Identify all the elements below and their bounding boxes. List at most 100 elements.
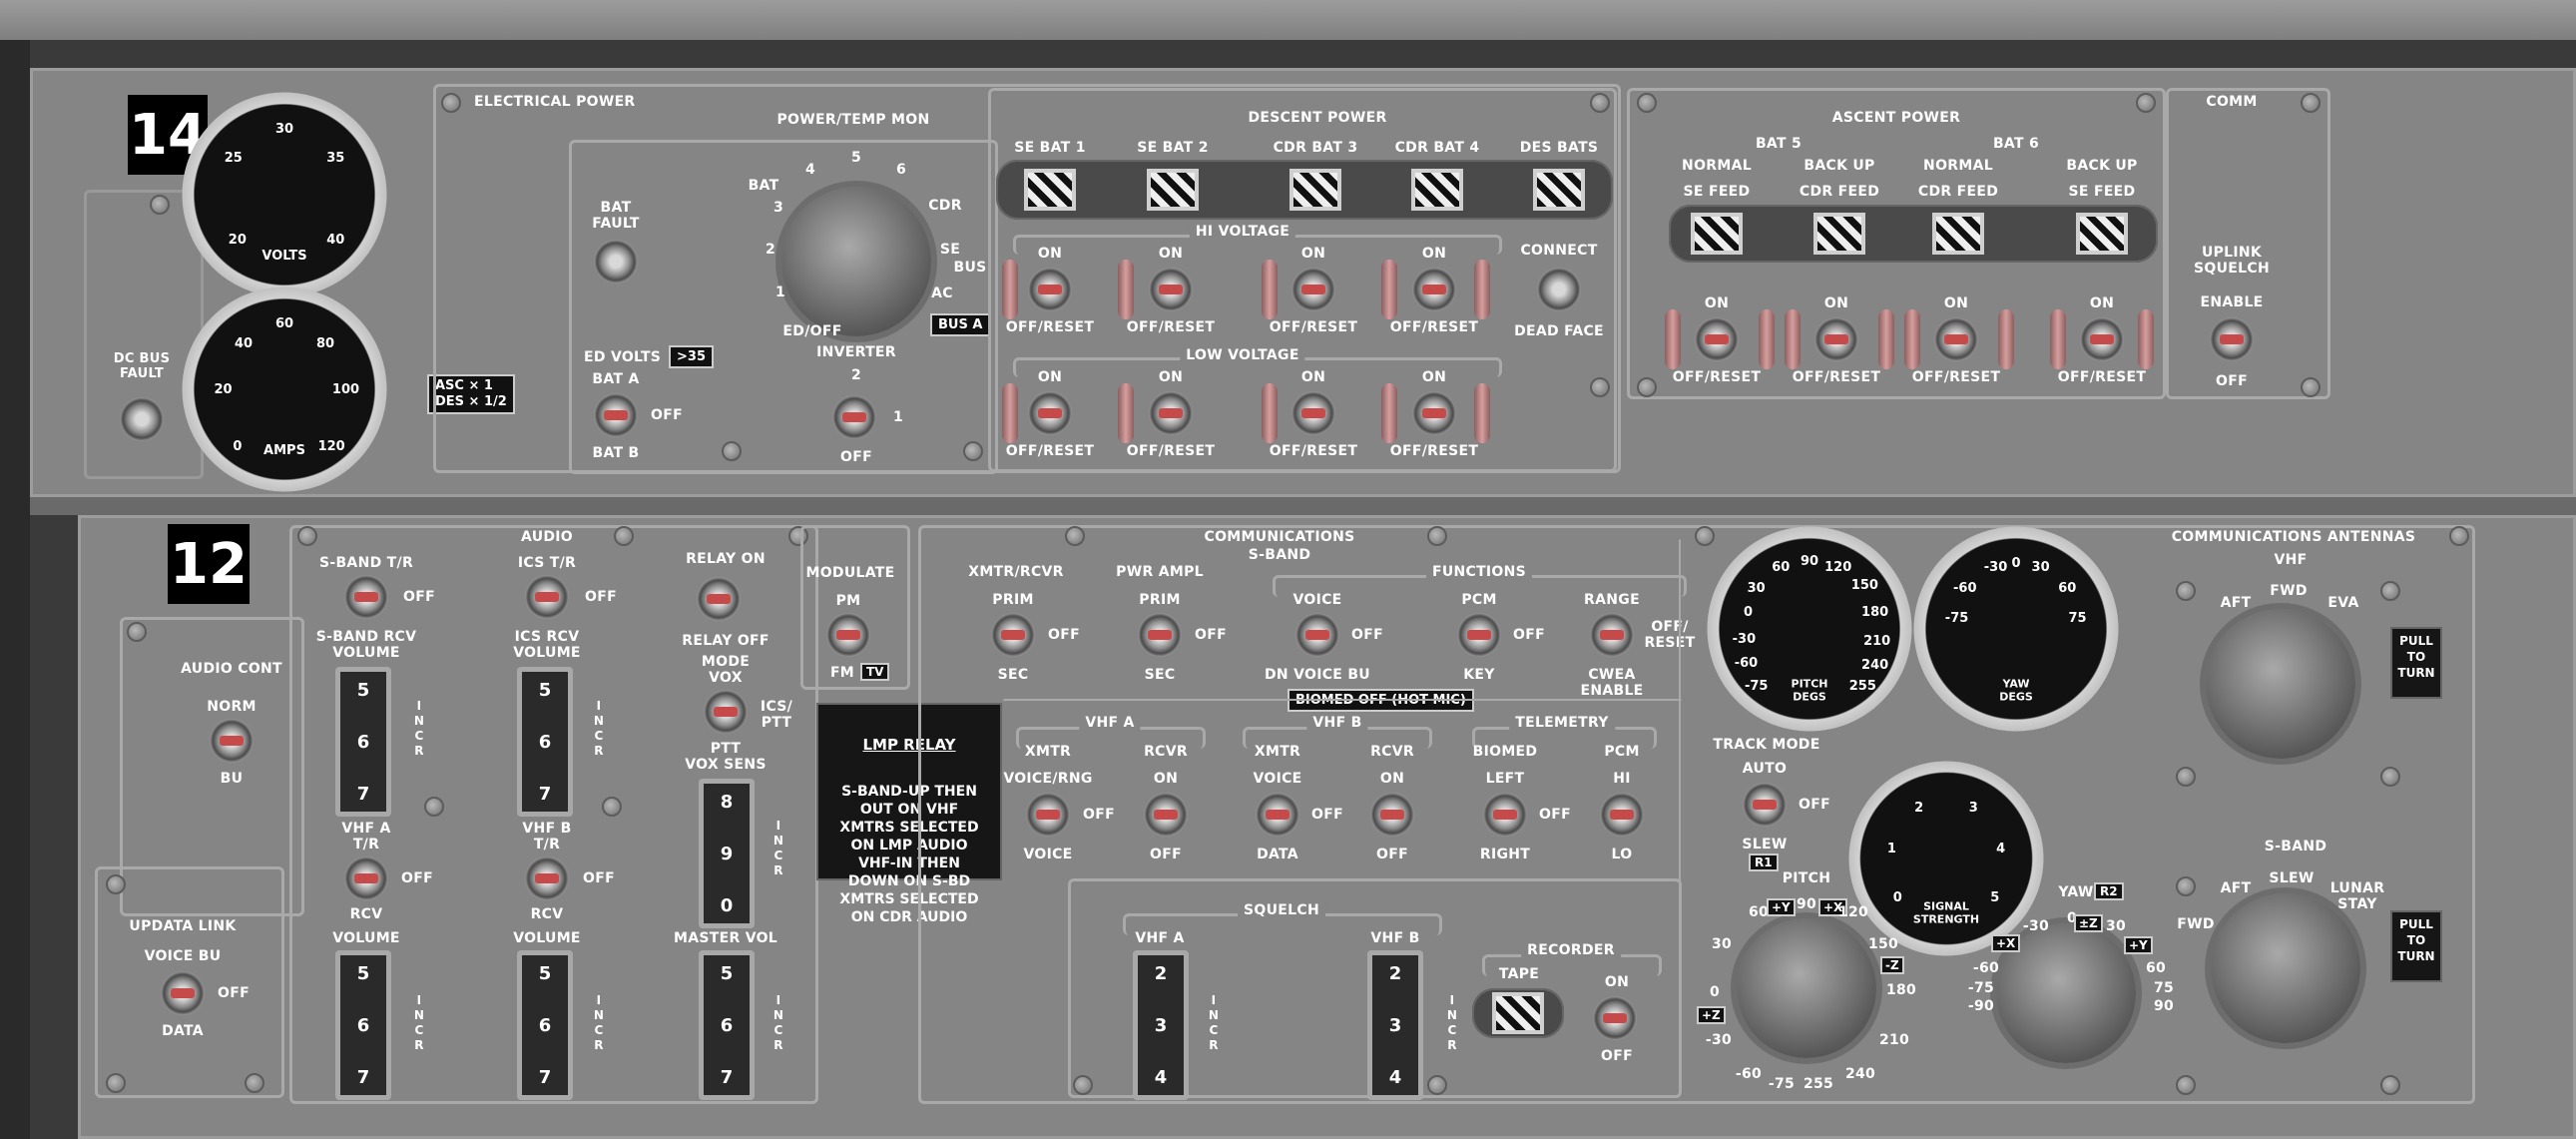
voice-switch[interactable] bbox=[1295, 613, 1339, 657]
vhf-b-volume-wheel[interactable]: 5 6 7 bbox=[517, 950, 573, 1100]
mode-label: MODE bbox=[701, 654, 751, 670]
prim-label: PRIM bbox=[992, 592, 1034, 608]
vhf-a-squelch-wheel[interactable]: 2 3 4 bbox=[1133, 950, 1189, 1100]
inverter-switch[interactable] bbox=[832, 395, 876, 439]
ed-volts-switch[interactable] bbox=[594, 393, 638, 437]
bat5-label: BAT 5 bbox=[1755, 136, 1803, 152]
tick: 150 bbox=[1850, 578, 1878, 594]
off-label: OFF bbox=[2216, 373, 2248, 389]
bu-label: BU bbox=[220, 771, 244, 787]
bat-b-label: BAT B bbox=[592, 445, 640, 461]
hi-voltage-switch-2[interactable] bbox=[1149, 268, 1193, 311]
biomed-switch[interactable] bbox=[1483, 793, 1527, 837]
power-temp-mon-selector[interactable] bbox=[781, 187, 931, 336]
updata-link-switch[interactable] bbox=[161, 971, 205, 1015]
modulate-label: MODULATE bbox=[805, 565, 895, 581]
digit: 7 bbox=[720, 1067, 734, 1088]
ics-tr-switch[interactable] bbox=[525, 575, 569, 619]
inverter-2: 2 bbox=[850, 367, 862, 383]
vhf-b-xmtr-switch[interactable] bbox=[1256, 793, 1299, 837]
uplink-squelch-switch[interactable] bbox=[2210, 317, 2254, 361]
relay-switch[interactable] bbox=[697, 577, 741, 621]
digit: 5 bbox=[356, 680, 370, 701]
tick: -75 bbox=[1944, 611, 1969, 627]
off-label: OFF bbox=[585, 589, 617, 605]
updata-link-label: UPDATA LINK bbox=[129, 918, 237, 934]
hi-voltage-switch-1[interactable] bbox=[1028, 268, 1072, 311]
vhf-b-squelch-wheel[interactable]: 2 3 4 bbox=[1367, 950, 1423, 1100]
bat6-backup-flag bbox=[2076, 213, 2128, 255]
sband-tr-switch[interactable] bbox=[344, 575, 388, 619]
hi-voltage-switch-3[interactable] bbox=[1291, 268, 1335, 311]
vhf-a-xmtr-switch[interactable] bbox=[1026, 793, 1070, 837]
off-label: OFF bbox=[1083, 807, 1115, 823]
vox-sens-wheel[interactable]: 8 9 0 bbox=[699, 779, 755, 928]
off-label: OFF bbox=[1539, 807, 1571, 823]
incr-label: I N C R bbox=[1208, 993, 1220, 1052]
pcm-switch[interactable] bbox=[1457, 613, 1501, 657]
ics-rcv-volume-wheel[interactable]: 5 6 7 bbox=[517, 667, 573, 817]
off-reset-label: OFF/RESET bbox=[1005, 319, 1095, 335]
on-label: ON bbox=[1604, 974, 1630, 990]
dead-face-switch[interactable] bbox=[1537, 268, 1581, 311]
ascent-switch-4[interactable] bbox=[2080, 317, 2124, 361]
pcm-rate-switch[interactable] bbox=[1600, 793, 1644, 837]
screw bbox=[150, 195, 170, 215]
tick: 30 bbox=[274, 121, 294, 137]
pitch-selector[interactable] bbox=[1737, 918, 1876, 1058]
sband-rcv-volume-wheel[interactable]: 5 6 7 bbox=[335, 667, 391, 817]
vhf-b-tr-label: VHF B T/R bbox=[522, 821, 572, 853]
screw bbox=[2176, 581, 2196, 601]
modulate-switch[interactable] bbox=[826, 613, 870, 657]
sband-antenna-selector[interactable] bbox=[2211, 893, 2360, 1043]
key-label: KEY bbox=[1463, 667, 1495, 683]
voice-rng-label: VOICE/RNG bbox=[1003, 771, 1093, 787]
master-volume-wheel[interactable]: 5 6 7 bbox=[699, 950, 755, 1100]
mode-switch[interactable] bbox=[704, 690, 748, 734]
tick: 240 bbox=[1861, 658, 1889, 674]
vhf-antenna-selector[interactable] bbox=[2206, 609, 2355, 759]
off-label: OFF bbox=[218, 985, 250, 1001]
incr-label: I N C R bbox=[413, 699, 425, 758]
off-reset-label: OFF/RESET bbox=[1269, 443, 1358, 459]
ascent-switch-2[interactable] bbox=[1814, 317, 1858, 361]
vhf-b-tr-switch[interactable] bbox=[525, 856, 569, 900]
squelch-label: SQUELCH bbox=[1238, 902, 1325, 918]
pitch-dial-pos: -Z bbox=[1880, 956, 1904, 974]
low-voltage-switch-1[interactable] bbox=[1028, 391, 1072, 435]
pwr-ampl-switch[interactable] bbox=[1138, 613, 1182, 657]
se-bat-1-label: SE BAT 1 bbox=[1014, 140, 1086, 156]
descent-power-title: DESCENT POWER bbox=[1248, 110, 1387, 126]
normal-label: NORMAL bbox=[1682, 158, 1752, 174]
hi-voltage-switch-4[interactable] bbox=[1412, 268, 1456, 311]
vhf-b-squelch-label: VHF B bbox=[1370, 930, 1420, 946]
vhf-b-rcvr-switch[interactable] bbox=[1370, 793, 1414, 837]
volume-label: VOLUME bbox=[332, 930, 400, 946]
tick: 80 bbox=[315, 336, 335, 352]
recorder-switch[interactable] bbox=[1593, 996, 1637, 1040]
incr-label: I N C R bbox=[593, 993, 605, 1052]
pull-to-turn-placard: PULL TO TURN bbox=[2390, 627, 2442, 699]
screw bbox=[2176, 767, 2196, 787]
track-mode-switch[interactable] bbox=[1743, 783, 1787, 827]
low-voltage-switch-2[interactable] bbox=[1149, 391, 1193, 435]
low-v-lamp bbox=[1381, 383, 1397, 443]
ics-ptt-label: ICS/ PTT bbox=[760, 699, 793, 731]
xmtr-rcvr-switch[interactable] bbox=[991, 613, 1035, 657]
off-label: OFF bbox=[1351, 627, 1383, 643]
digit: 7 bbox=[356, 1067, 370, 1088]
audio-cont-switch[interactable] bbox=[210, 719, 254, 763]
off-reset-label: OFF/RESET bbox=[1389, 443, 1479, 459]
comm-divider bbox=[1003, 699, 1682, 703]
ascent-switch-1[interactable] bbox=[1695, 317, 1739, 361]
vhf-a-volume-wheel[interactable]: 5 6 7 bbox=[335, 950, 391, 1100]
inverter-1: 1 bbox=[892, 409, 904, 425]
signal-strength-label: SIGNAL STRENGTH bbox=[1912, 899, 1980, 926]
vhf-a-rcvr-switch[interactable] bbox=[1144, 793, 1188, 837]
vhf-a-tr-switch[interactable] bbox=[344, 856, 388, 900]
digit: 5 bbox=[538, 963, 552, 984]
low-voltage-switch-4[interactable] bbox=[1412, 391, 1456, 435]
range-switch[interactable] bbox=[1590, 613, 1634, 657]
low-voltage-switch-3[interactable] bbox=[1291, 391, 1335, 435]
ascent-switch-3[interactable] bbox=[1934, 317, 1978, 361]
